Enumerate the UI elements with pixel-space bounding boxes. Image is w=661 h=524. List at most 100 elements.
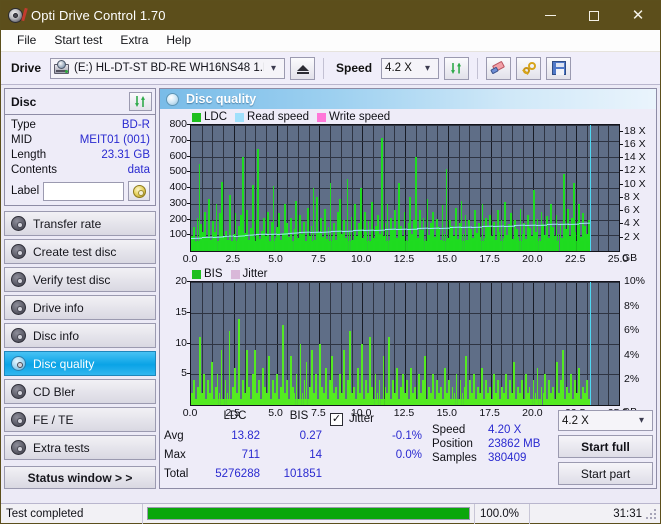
ldc-plot-ytick: 500 (169, 165, 187, 178)
ldc-plot-ytick: 800 (169, 118, 187, 130)
progress-track (147, 507, 470, 520)
sidebar-item-label: Create test disc (33, 244, 117, 259)
stats-row-label-max: Max (164, 449, 186, 461)
start-part-button[interactable]: Start part (558, 462, 653, 485)
stats-row-label-total: Total (164, 468, 189, 480)
drive-select[interactable]: (E:) HL-DT-ST BD-RE WH16NS48 1.D3 ▾ (50, 57, 286, 79)
menu-extra[interactable]: Extra (111, 31, 157, 50)
sidebar-item-disc-info[interactable]: Disc info (4, 323, 156, 348)
ldc-plot-y2tick: 4 X (624, 217, 640, 230)
ldc-chart: LDC Read speed Write speed 100 200 300 400 5… (160, 110, 656, 267)
info-value-speed: 4.20 X (488, 424, 522, 436)
disc-label-apply-button[interactable] (128, 181, 150, 201)
ldc-plot-area[interactable] (190, 124, 620, 252)
ldc-plot-ytick: 100 (169, 228, 187, 241)
disc-quality-icon (166, 92, 179, 106)
bis-plot-xtick: 5.0 (268, 407, 283, 419)
minimize-button[interactable] (528, 1, 572, 30)
optical-drive-icon (54, 60, 70, 75)
bis-chart: BIS Jitter 5 10 15 20 2% 4% 6% 8% 10% 0.… (160, 267, 656, 421)
test-speed-select[interactable]: 4.2 X ▾ (558, 410, 653, 431)
test-speed-value: 4.2 X (562, 414, 589, 427)
bis-plot-area[interactable] (190, 281, 620, 406)
sidebar-item-transfer-rate[interactable]: Transfer rate (4, 211, 156, 236)
progress-bar (143, 504, 474, 524)
ldc-plot-y2tick: 16 X (624, 137, 646, 150)
disc-label-row: Label (11, 181, 150, 201)
disc-row-key: Length (11, 149, 47, 161)
app-disc-icon (7, 7, 28, 25)
sidebar-item-cd-bler[interactable]: CD Bler (4, 379, 156, 404)
bis-plot-y2tick: 4% (624, 348, 640, 361)
bis-plot-xtick: 12.5 (393, 407, 415, 419)
toolbar-separator-2 (477, 57, 479, 79)
info-value-samples: 380409 (488, 452, 527, 464)
sidebar-item-label: Transfer rate (33, 216, 102, 231)
erase-button[interactable] (486, 56, 512, 80)
close-button[interactable]: ✕ (616, 1, 660, 30)
menu-file[interactable]: File (8, 31, 45, 50)
legend-label: LDC (204, 111, 228, 123)
ldc-plot-y2tick: 6 X (624, 204, 640, 217)
disc-icon (11, 216, 26, 231)
stats-info: Speed 4.20 X Position 23862 MB Samples 3… (432, 410, 558, 485)
sidebar: Disc Type BD-R MID MEIT01 (001) Length 2… (4, 88, 156, 489)
legend-entry-jitter: Jitter (230, 268, 267, 280)
maximize-button[interactable] (572, 1, 616, 30)
ldc-plot-xtick: 2.5 (225, 253, 241, 265)
ldc-plot-xtick: 22.5 (564, 253, 586, 265)
keys-button[interactable] (516, 56, 542, 80)
refresh-icon (449, 61, 464, 76)
sidebar-item-disc-quality[interactable]: Disc quality (4, 351, 156, 376)
ldc-plot-y2tick: 8 X (624, 190, 640, 203)
refresh-icon (133, 94, 148, 109)
floppy-save-icon (551, 61, 566, 75)
progress-percent: 100.0% (474, 503, 530, 524)
charts-area: LDC Read speed Write speed 100 200 300 400 5… (160, 109, 656, 419)
ldc-plot-xtick: 12.5 (393, 253, 415, 265)
disc-row-length: Length 23.31 GB (11, 148, 150, 163)
ldc-plot-y2tick: 10 X (624, 177, 646, 190)
speed-label: Speed (336, 61, 373, 75)
legend-label: BIS (204, 268, 223, 280)
disc-icon (11, 356, 26, 371)
eject-button[interactable] (290, 56, 316, 80)
sidebar-item-create-test-disc[interactable]: Create test disc (4, 239, 156, 264)
sidebar-item-verify-test-disc[interactable]: Verify test disc (4, 267, 156, 292)
stats-table: LDC BIS ✓ Jitter Avg 13.82 0.27 -0.1% Ma… (164, 410, 422, 485)
disc-row-key: MID (11, 134, 33, 146)
status-window-button[interactable]: Status window > > (4, 466, 156, 489)
stats-total-ldc: 5276288 (215, 468, 260, 480)
disc-icon (11, 244, 26, 259)
disc-row-contents: Contents data (11, 163, 150, 178)
bis-plot-ytick: 10 (175, 336, 187, 349)
toolbar-separator-1 (323, 57, 325, 79)
disc-label-input[interactable] (43, 181, 124, 201)
disc-icon (11, 272, 26, 287)
sidebar-item-drive-info[interactable]: Drive info (4, 295, 156, 320)
disc-panel-header: Disc (5, 89, 155, 115)
disc-refresh-button[interactable] (129, 92, 152, 111)
disc-icon (11, 300, 26, 315)
disc-info-panel: Disc Type BD-R MID MEIT01 (001) Length 2… (4, 88, 156, 206)
drive-label: Drive (11, 61, 42, 75)
disc-row-value: BD-R (121, 119, 150, 131)
save-button[interactable] (546, 56, 572, 80)
chevron-down-icon: ▾ (425, 62, 431, 74)
disc-row-key: Type (11, 119, 36, 131)
sidebar-item-extra-tests[interactable]: Extra tests (4, 435, 156, 460)
resize-grip-icon[interactable] (646, 509, 658, 521)
window-title: Opti Drive Control 1.70 (31, 8, 166, 23)
chevron-down-icon: ▾ (271, 62, 277, 74)
menu-start-test[interactable]: Start test (45, 31, 111, 50)
sidebar-item-fe-te[interactable]: FE / TE (4, 407, 156, 432)
disc-icon (11, 440, 26, 455)
menu-help[interactable]: Help (157, 31, 200, 50)
legend-entry-write-speed: Write speed (317, 111, 390, 123)
legend-swatch (317, 112, 327, 122)
progress-fill (148, 508, 469, 519)
refresh-button[interactable] (444, 56, 470, 80)
speed-select[interactable]: 4.2 X ▾ (381, 57, 440, 79)
start-full-button[interactable]: Start full (558, 435, 653, 458)
sidebar-item-label: FE / TE (33, 412, 74, 427)
